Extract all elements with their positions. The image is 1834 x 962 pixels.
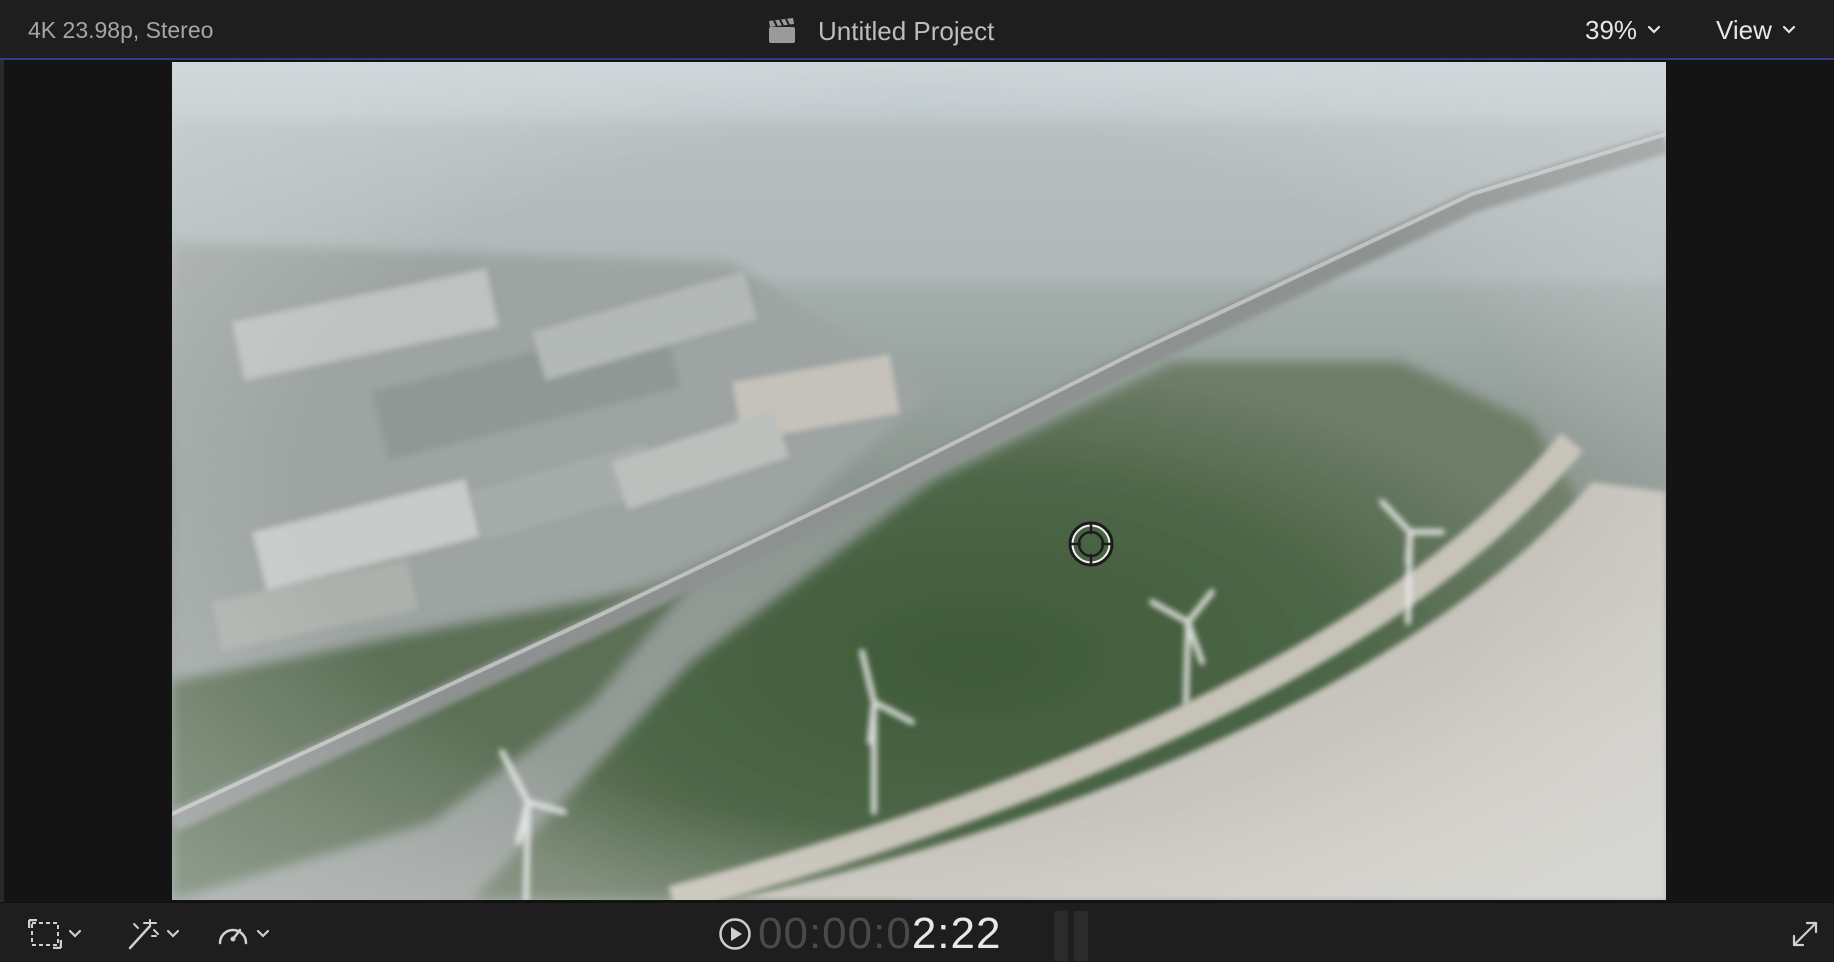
chevron-down-icon [68, 929, 82, 938]
transform-tool-menu[interactable] [28, 917, 82, 951]
video-frame[interactable] [172, 62, 1666, 900]
chevron-down-icon [1782, 25, 1795, 34]
retime-menu[interactable] [216, 917, 270, 951]
speedometer-icon [218, 928, 248, 945]
viewer-header: 4K 23.98p, Stereo Untitled Project 39% V… [0, 0, 1834, 60]
clapperboard-icon [769, 18, 795, 43]
transform-crop-icon [28, 919, 62, 949]
viewer-edge [0, 60, 4, 902]
timecode-value: 00:00:02:22 [758, 909, 1001, 959]
aerial-landscape-image [172, 62, 1666, 900]
format-label: 4K 23.98p, Stereo [28, 17, 214, 43]
timecode-display[interactable]: 00:00:02:22 [718, 909, 1001, 959]
timecode-active: 2:22 [911, 909, 1002, 958]
play-circle-icon[interactable] [718, 917, 752, 951]
view-options-menu[interactable]: View [1716, 13, 1796, 47]
audio-meters [1054, 911, 1094, 961]
project-title-area: Untitled Project [768, 14, 994, 48]
project-title: Untitled Project [818, 15, 995, 46]
audio-meter-left [1054, 911, 1068, 961]
zoom-level-label: 39% [1585, 14, 1638, 45]
fullscreen-icon[interactable] [1790, 919, 1820, 949]
enhance-menu[interactable] [126, 917, 180, 951]
timecode-leading: 00:00:0 [758, 909, 912, 958]
audio-meter-right [1074, 911, 1088, 961]
chevron-down-icon [1647, 25, 1661, 34]
view-menu-label: View [1716, 14, 1772, 45]
viewer-footer: 00:00:02:22 [0, 902, 1834, 962]
magic-wand-icon [128, 919, 159, 950]
crosshair-target-icon[interactable] [1067, 520, 1115, 568]
zoom-level-menu[interactable]: 39% [1585, 13, 1661, 47]
chevron-down-icon [166, 929, 180, 938]
chevron-down-icon [256, 929, 270, 938]
viewer-canvas [0, 60, 1834, 902]
